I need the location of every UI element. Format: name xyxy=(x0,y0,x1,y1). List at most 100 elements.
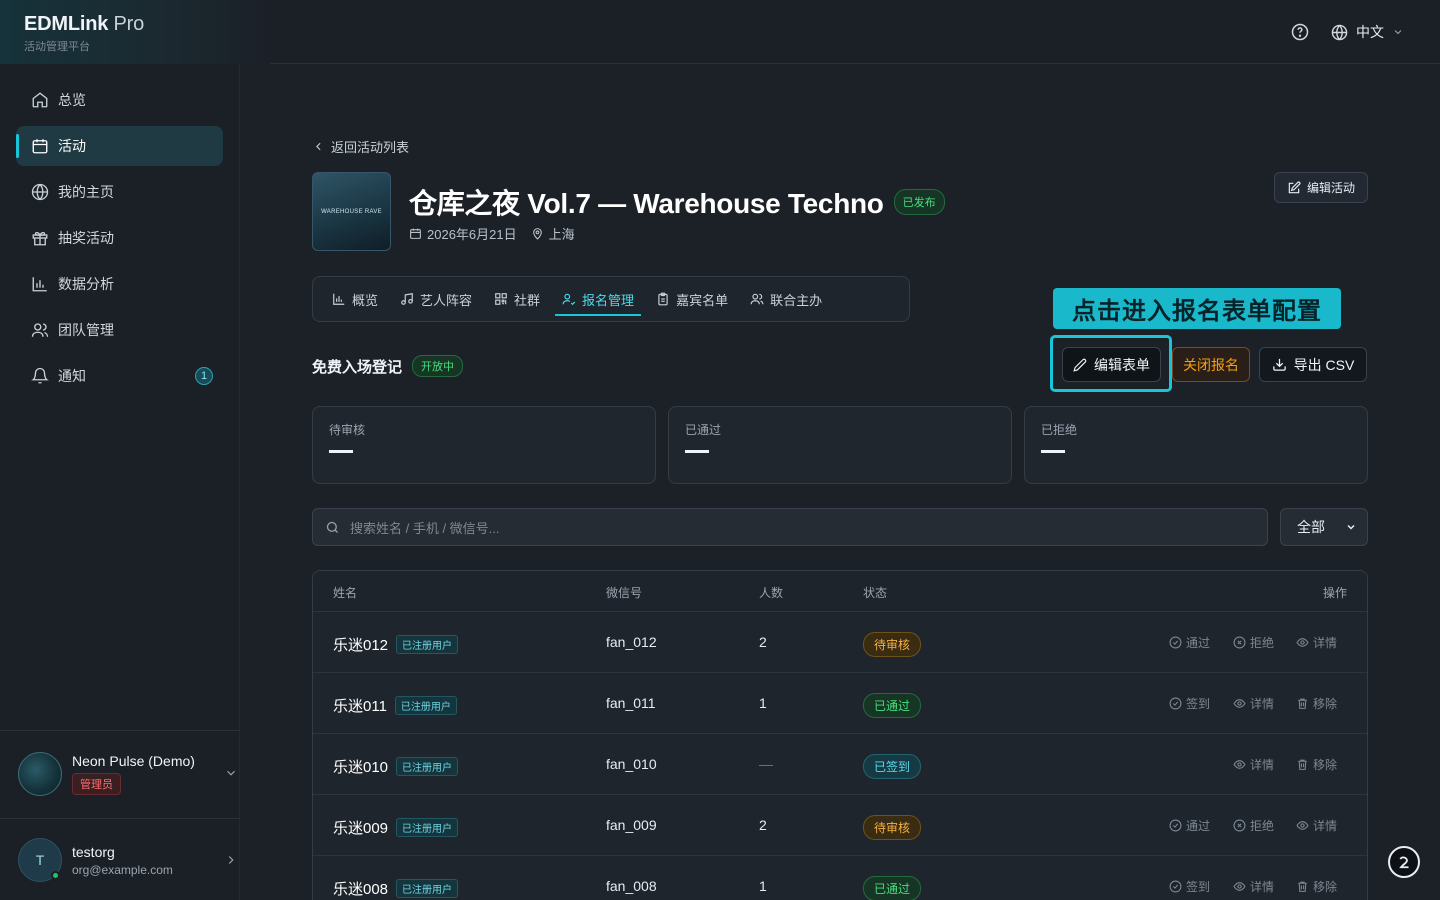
status-badge: 待审核 xyxy=(863,815,922,840)
approve-button[interactable]: 通过 xyxy=(1169,634,1210,651)
status-badge: 已签到 xyxy=(863,754,922,779)
registrant-name: 乐迷010 已注册用户 xyxy=(333,756,459,777)
user-menu[interactable]: T testorg org@example.com xyxy=(18,838,234,882)
status-filter-select[interactable]: 全部 xyxy=(1280,508,1368,546)
gift-icon xyxy=(30,228,50,248)
sidebar-item-label: 数据分析 xyxy=(58,276,114,292)
eye-icon xyxy=(1233,697,1246,710)
details-button[interactable]: 详情 xyxy=(1233,756,1274,773)
registered-user-tag: 已注册用户 xyxy=(396,635,459,654)
reject-button[interactable]: 拒绝 xyxy=(1233,817,1274,834)
status-badge: 已通过 xyxy=(863,876,922,900)
eye-icon xyxy=(1296,819,1309,832)
registrant-name: 乐迷008 已注册用户 xyxy=(333,878,459,899)
x-circle-icon xyxy=(1233,636,1246,649)
event-date: 2026年6月21日 xyxy=(427,227,517,242)
notification-count-badge: 1 xyxy=(195,367,213,385)
user-check-icon xyxy=(562,292,576,306)
remove-button[interactable]: 移除 xyxy=(1296,878,1337,895)
check-circle-icon xyxy=(1169,636,1182,649)
qr-code-icon xyxy=(494,292,508,306)
edit-icon xyxy=(1287,181,1301,195)
header-status: 状态 xyxy=(863,586,888,600)
details-button[interactable]: 详情 xyxy=(1296,817,1337,834)
remove-button[interactable]: 移除 xyxy=(1296,695,1337,712)
export-csv-button[interactable]: 导出 CSV xyxy=(1259,347,1367,382)
wechat-id: fan_010 xyxy=(606,756,657,772)
registrations-table: 姓名 微信号 人数 状态 操作 乐迷012 已注册用户 fan_012 2 待审核 通过拒… xyxy=(312,570,1368,900)
table-row: 乐迷009 已注册用户 fan_009 2 待审核 通过 拒绝 详情 xyxy=(313,795,1367,856)
sidebar-item-my-page[interactable]: 我的主页 xyxy=(16,172,223,212)
check-circle-icon xyxy=(1169,880,1182,893)
check-in-button[interactable]: 签到 xyxy=(1169,695,1210,712)
wechat-id: fan_008 xyxy=(606,878,657,894)
stat-card-pending: 待审核 xyxy=(312,406,656,484)
table-row: 乐迷010 已注册用户 fan_010 — 已签到 详情 移除 xyxy=(313,734,1367,795)
details-button[interactable]: 详情 xyxy=(1233,878,1274,895)
sidebar-divider xyxy=(0,818,240,819)
user-email: org@example.com xyxy=(72,862,173,877)
bar-chart-icon xyxy=(30,274,50,294)
approve-button[interactable]: 通过 xyxy=(1169,817,1210,834)
sidebar-item-events[interactable]: 活动 xyxy=(16,126,223,166)
sidebar-item-lottery[interactable]: 抽奖活动 xyxy=(16,218,223,258)
event-location: 上海 xyxy=(548,227,575,242)
header-name: 姓名 xyxy=(333,586,358,600)
download-icon xyxy=(1272,357,1287,372)
party-size: 1 xyxy=(759,878,767,894)
edit-event-button[interactable]: 编辑活动 xyxy=(1273,172,1368,203)
edit-form-button[interactable]: 编辑表单 xyxy=(1062,347,1161,382)
stat-label: 已拒绝 xyxy=(1041,423,1078,437)
search-input[interactable]: 搜索姓名 / 手机 / 微信号... xyxy=(312,508,1268,546)
status-badge: 待审核 xyxy=(863,632,922,657)
registered-user-tag: 已注册用户 xyxy=(396,757,459,776)
registration-form-title: 免费入场登记 开放中 xyxy=(312,355,464,377)
check-in-button[interactable]: 签到 xyxy=(1169,878,1210,895)
sidebar-item-overview[interactable]: 总览 xyxy=(16,80,223,120)
chevron-down-icon xyxy=(1345,521,1357,533)
tab-co-hosts[interactable]: 联合主办 xyxy=(739,276,833,322)
party-size: 2 xyxy=(759,634,767,650)
brand-title: EDMLink Pro xyxy=(24,13,145,35)
check-circle-icon xyxy=(1169,819,1182,832)
user-avatar: T xyxy=(18,838,62,882)
clipboard-icon xyxy=(656,292,670,306)
stat-card-approved: 已通过 xyxy=(668,406,1012,484)
details-button[interactable]: 详情 xyxy=(1233,695,1274,712)
tab-overview[interactable]: 概览 xyxy=(321,276,389,322)
back-link[interactable]: 返回活动列表 xyxy=(312,137,409,156)
tab-registration[interactable]: 报名管理 xyxy=(551,276,645,322)
music-icon xyxy=(400,292,414,306)
role-badge: 管理员 xyxy=(72,773,121,795)
wechat-id: fan_011 xyxy=(606,695,656,711)
assistant-fab-icon[interactable] xyxy=(1388,846,1420,878)
eye-icon xyxy=(1296,636,1309,649)
brand[interactable]: EDMLink Pro 活动管理平台 xyxy=(0,0,270,64)
remove-button[interactable]: 移除 xyxy=(1296,756,1337,773)
details-button[interactable]: 详情 xyxy=(1296,634,1337,651)
help-circle-icon[interactable] xyxy=(1291,23,1309,41)
sidebar-item-label: 通知 xyxy=(58,368,86,384)
language-switcher[interactable]: 中文 xyxy=(1331,22,1404,42)
chevron-down-icon xyxy=(1392,26,1404,38)
trash-icon xyxy=(1296,880,1309,893)
event-title: 仓库之夜 Vol.7 — Warehouse Techno 已发布 xyxy=(409,182,945,222)
tab-guest-list[interactable]: 嘉宾名单 xyxy=(645,276,739,322)
sidebar-item-analytics[interactable]: 数据分析 xyxy=(16,264,223,304)
tab-lineup[interactable]: 艺人阵容 xyxy=(389,276,483,322)
globe-icon xyxy=(1331,24,1348,41)
header-count: 人数 xyxy=(759,586,784,600)
table-header: 姓名 微信号 人数 状态 操作 xyxy=(313,571,1367,612)
sidebar-item-notifications[interactable]: 通知 1 xyxy=(16,356,223,396)
stat-label: 已通过 xyxy=(685,423,722,437)
user-name: testorg xyxy=(72,843,115,860)
map-pin-icon xyxy=(531,227,544,240)
close-registration-button[interactable]: 关闭报名 xyxy=(1172,347,1250,382)
status-badge: 已通过 xyxy=(863,693,922,718)
wechat-id: fan_012 xyxy=(606,634,657,650)
reject-button[interactable]: 拒绝 xyxy=(1233,634,1274,651)
sidebar-item-team[interactable]: 团队管理 xyxy=(16,310,223,350)
chevron-left-icon xyxy=(312,140,325,153)
tab-community[interactable]: 社群 xyxy=(483,276,551,322)
org-switcher[interactable]: Neon Pulse (Demo) 管理员 xyxy=(18,752,235,796)
